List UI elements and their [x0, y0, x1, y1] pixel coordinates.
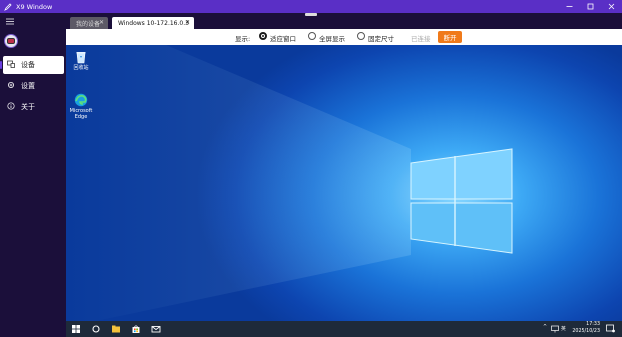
- tab-label: Windows 10-172.16.0.3: [118, 19, 189, 27]
- desktop-icon-edge[interactable]: Microsoft Edge: [68, 93, 94, 120]
- devices-icon: [7, 60, 15, 70]
- info-icon: [7, 102, 15, 112]
- sidebar: 设备 设置 关于: [0, 13, 66, 337]
- minimize-button[interactable]: [559, 0, 580, 13]
- desktop-icon-label: Microsoft Edge: [69, 108, 93, 120]
- store-icon[interactable]: [131, 324, 141, 334]
- remote-desktop-view[interactable]: 回收站 Microsoft Edge: [66, 45, 622, 321]
- minimize-icon: [566, 6, 573, 7]
- file-explorer-icon[interactable]: [111, 324, 121, 334]
- tab-strip: 我的设备 ✕ Windows 10-172.16.0.3 ✕: [66, 13, 622, 29]
- mail-icon[interactable]: [151, 324, 161, 334]
- close-icon[interactable]: ✕: [99, 19, 104, 26]
- drag-handle[interactable]: [305, 13, 317, 16]
- notification-icon[interactable]: [606, 324, 615, 333]
- desktop-icon-label: 回收站: [73, 65, 89, 71]
- window-title: X9 Window: [16, 2, 53, 11]
- radio-fixed-size[interactable]: [357, 32, 365, 40]
- start-icon[interactable]: [71, 324, 81, 334]
- sidebar-item-label: 设置: [21, 82, 35, 90]
- menu-hamburger-icon[interactable]: [6, 18, 14, 26]
- taskbar-time[interactable]: 17:33: [572, 322, 600, 327]
- network-icon[interactable]: [551, 325, 559, 333]
- display-toolbar: 显示: 适应窗口 全屏显示 固定尺寸 已连接 断开: [66, 29, 622, 45]
- search-icon[interactable]: [91, 324, 101, 334]
- maximize-icon: [587, 3, 594, 10]
- desktop-icon-recycle-bin[interactable]: 回收站: [68, 50, 94, 71]
- avatar[interactable]: [4, 34, 18, 48]
- close-icon[interactable]: ✕: [185, 19, 190, 26]
- close-icon: [608, 3, 615, 10]
- taskbar-date[interactable]: 2025/10/23: [565, 329, 600, 334]
- disconnect-button[interactable]: 断开: [438, 31, 462, 43]
- sidebar-item-settings[interactable]: 设置: [3, 77, 64, 95]
- windows-logo-wallpaper: [66, 45, 513, 321]
- remote-taskbar: ^ 英 17:33 2025/10/23: [66, 321, 622, 337]
- sidebar-item-about[interactable]: 关于: [3, 98, 64, 116]
- display-label: 显示:: [235, 35, 251, 43]
- connection-status: 已连接: [411, 35, 431, 43]
- tab-my-devices[interactable]: 我的设备 ✕: [70, 17, 108, 29]
- radio-fullscreen[interactable]: [308, 32, 316, 40]
- sidebar-item-devices[interactable]: 设备: [0, 56, 64, 74]
- sidebar-item-label: 关于: [21, 103, 35, 111]
- close-button[interactable]: [601, 0, 622, 13]
- option-label[interactable]: 适应窗口: [270, 33, 296, 43]
- maximize-button[interactable]: [580, 0, 601, 13]
- option-label[interactable]: 固定尺寸: [368, 33, 394, 43]
- option-label[interactable]: 全屏显示: [319, 33, 345, 43]
- chevron-up-icon[interactable]: ^: [543, 325, 547, 330]
- sidebar-item-label: 设备: [21, 61, 35, 69]
- tab-remote-session[interactable]: Windows 10-172.16.0.3 ✕: [112, 17, 194, 29]
- edge-icon: [74, 93, 88, 107]
- recycle-bin-icon: [74, 50, 88, 64]
- app-pen-icon: [3, 2, 12, 11]
- radio-fit-window[interactable]: [259, 32, 267, 40]
- gear-icon: [7, 81, 15, 91]
- title-bar: X9 Window: [0, 0, 622, 13]
- tab-label: 我的设备: [76, 20, 101, 28]
